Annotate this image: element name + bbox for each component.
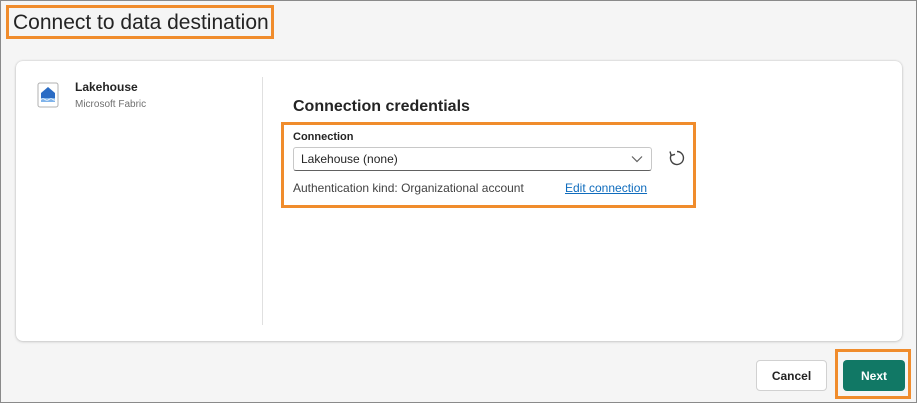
- authentication-kind-text: Authentication kind: Organizational acco…: [293, 181, 524, 195]
- vertical-divider: [262, 77, 263, 325]
- edit-connection-link[interactable]: Edit connection: [565, 181, 647, 195]
- connection-label: Connection: [293, 131, 354, 143]
- chevron-down-icon: [631, 156, 643, 163]
- connection-dropdown-value: Lakehouse (none): [301, 152, 398, 166]
- destination-card: Lakehouse Microsoft Fabric Connection cr…: [16, 61, 902, 341]
- cancel-button[interactable]: Cancel: [756, 360, 827, 391]
- credentials-heading: Connection credentials: [293, 98, 470, 115]
- connection-dropdown[interactable]: Lakehouse (none): [293, 147, 652, 171]
- destination-name: Lakehouse: [75, 80, 138, 94]
- refresh-icon[interactable]: [667, 148, 687, 168]
- destination-item-lakehouse[interactable]: Lakehouse Microsoft Fabric: [37, 79, 237, 119]
- dialog-frame: Connect to data destination Lakehouse Mi…: [0, 0, 917, 403]
- destination-provider: Microsoft Fabric: [75, 99, 147, 110]
- next-button[interactable]: Next: [843, 360, 905, 391]
- page-title: Connect to data destination: [13, 11, 269, 34]
- lakehouse-icon: [37, 82, 59, 108]
